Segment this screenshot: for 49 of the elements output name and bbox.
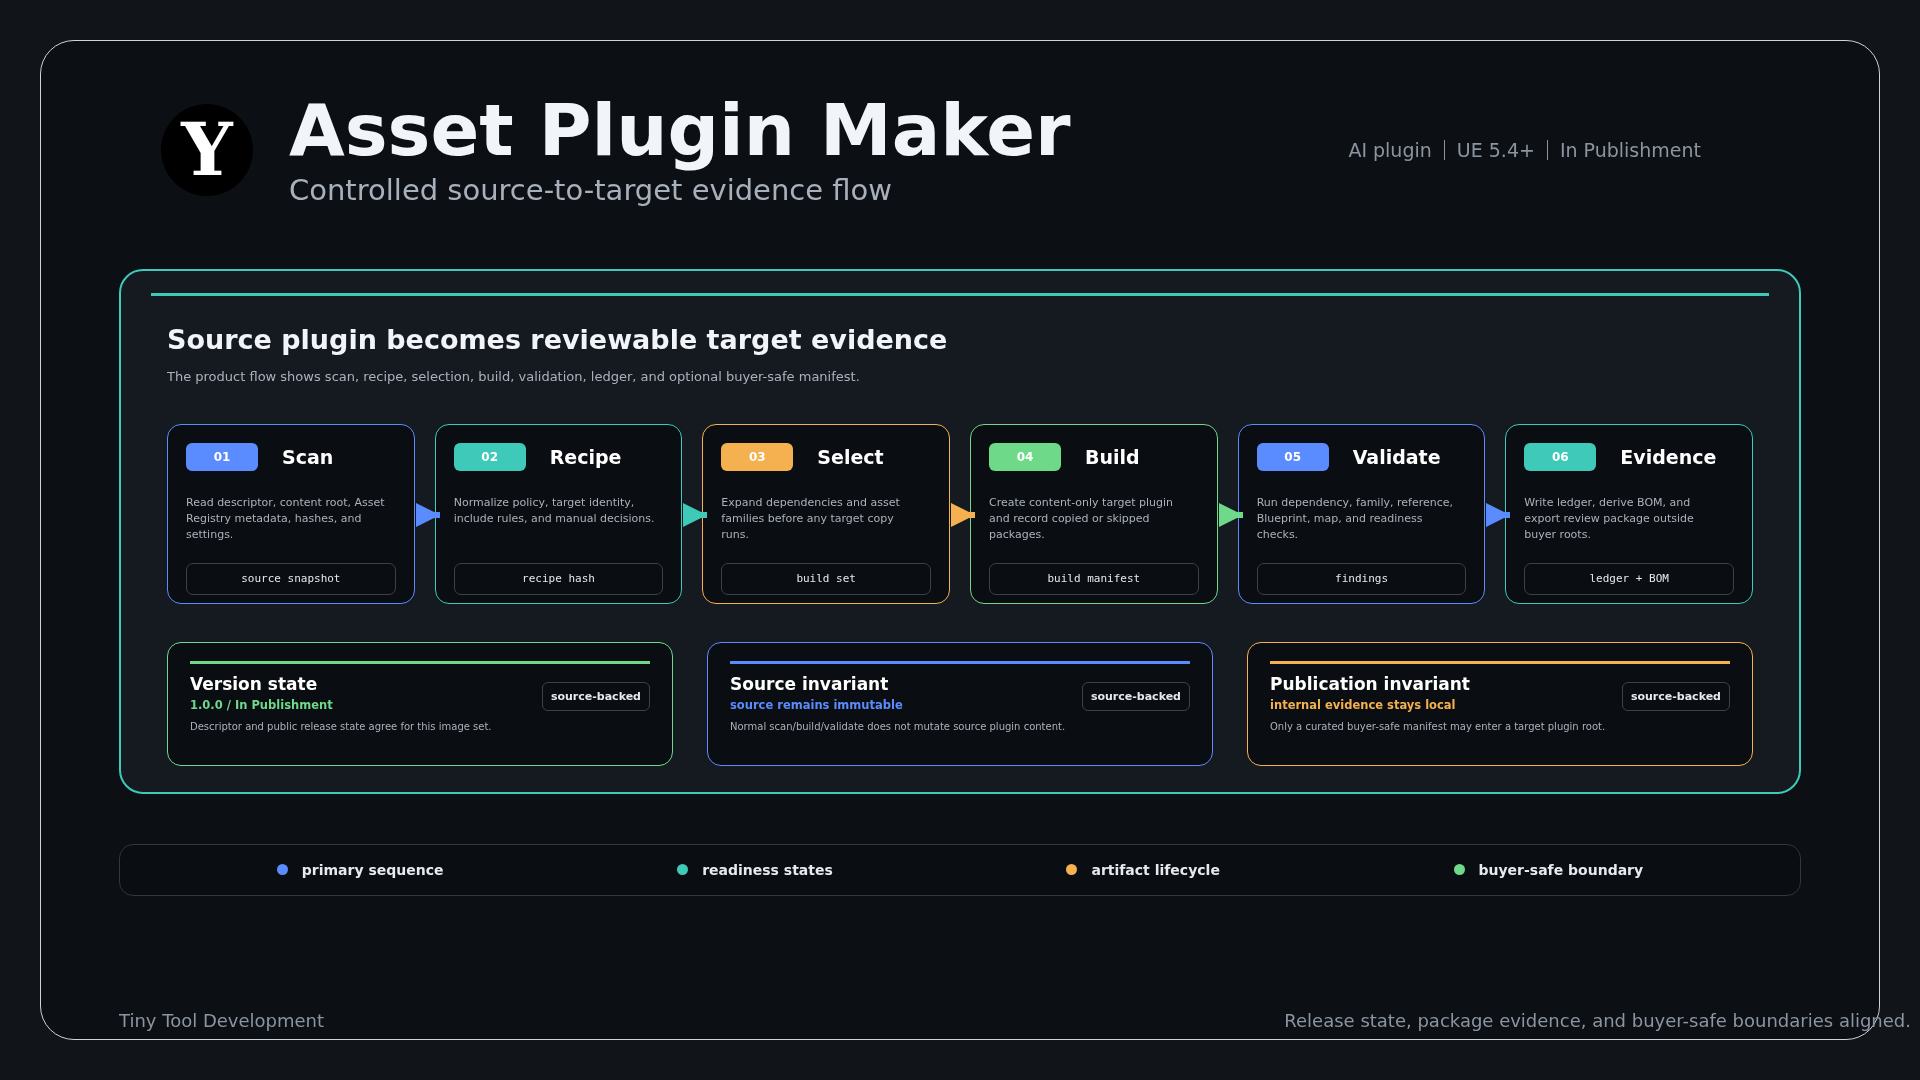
step-title: Validate xyxy=(1352,445,1441,468)
invariant-description: Descriptor and public release state agree for this image set. xyxy=(190,720,493,732)
meta-label: UE 5.4+ xyxy=(1456,138,1535,161)
legend-label: primary sequence xyxy=(301,861,444,878)
step-title: Recipe xyxy=(549,445,622,468)
step-description: Read descriptor, content root, Asset Registry metadata, hashes, and settings. xyxy=(186,494,386,543)
invariant-status: 1.0.0 / In Publishment xyxy=(190,697,334,712)
invariant-status: source remains immutable xyxy=(730,697,904,712)
step-number: 04 xyxy=(989,442,1061,471)
step-number: 02 xyxy=(453,442,526,471)
step-title: Build xyxy=(1085,445,1140,468)
step-title: Scan xyxy=(282,445,334,468)
logo: Y xyxy=(161,103,253,196)
step-description: Normalize policy, target identity, include rules, and manual decisions. xyxy=(453,494,656,527)
invariant-title: Publication invariant xyxy=(1270,673,1471,694)
step-output: findings xyxy=(1256,562,1467,595)
source-tag: source-backed xyxy=(1621,682,1730,712)
panel-description: The product flow shows scan, recipe, selection, build, validation, ledger, and optional buyer-safe manifest. xyxy=(167,368,861,384)
step-title: Select xyxy=(817,445,884,468)
invariant-status: internal evidence stays local xyxy=(1270,697,1457,712)
step-description: Write ledger, derive BOM, and export review package outside buyer roots. xyxy=(1524,494,1695,543)
invariant-title: Version state xyxy=(190,673,319,694)
step-description: Create content-only target plugin and record copied or skipped packages. xyxy=(989,494,1175,543)
step-description: Run dependency, family, reference, Blueprint, map, and readiness checks. xyxy=(1256,494,1454,543)
panel-title: Source plugin becomes reviewable target evidence xyxy=(167,323,949,355)
meta-label: AI plugin xyxy=(1348,138,1432,161)
step-output: source snapshot xyxy=(186,562,396,595)
step-title: Evidence xyxy=(1620,445,1717,468)
legend-label: artifact lifecycle xyxy=(1091,861,1220,878)
source-tag: source-backed xyxy=(1081,682,1190,712)
step-number: 01 xyxy=(186,442,258,471)
step-output: build manifest xyxy=(989,562,1199,595)
step-output: ledger + BOM xyxy=(1524,562,1735,595)
step-number: 05 xyxy=(1256,442,1329,471)
invariant-description: Normal scan/build/validate does not mutate source plugin content. xyxy=(730,720,1067,732)
legend-label: buyer-safe boundary xyxy=(1478,861,1644,878)
meta-label: In Publishment xyxy=(1559,138,1701,161)
step-output: build set xyxy=(721,562,931,595)
app-title: Asset Plugin Maker xyxy=(289,93,1072,169)
footer-credit: Tiny Tool Development xyxy=(119,1010,325,1031)
step-number: 03 xyxy=(721,442,794,471)
legend-label: readiness states xyxy=(702,861,833,878)
source-tag: source-backed xyxy=(541,682,650,712)
app-subtitle: Controlled source-to-target evidence flow xyxy=(289,172,894,207)
step-description: Expand dependencies and asset families before any target copy runs. xyxy=(721,494,901,543)
step-number: 06 xyxy=(1524,442,1597,471)
invariant-title: Source invariant xyxy=(730,673,890,694)
step-output: recipe hash xyxy=(453,562,664,595)
invariant-description: Only a curated buyer-safe manifest may enter a target plugin root. xyxy=(1270,720,1607,732)
